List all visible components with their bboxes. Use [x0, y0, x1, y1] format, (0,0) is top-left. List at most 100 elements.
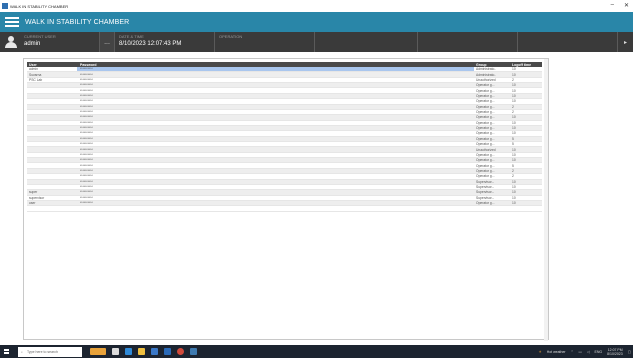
cell-password: ********** — [80, 185, 93, 190]
cell-password: ********** — [80, 152, 93, 157]
cell-user: PSC Lab — [29, 77, 43, 82]
cell-password: ********** — [80, 147, 93, 152]
cell-time: 5 — [512, 163, 514, 168]
app-icon — [2, 3, 8, 9]
task-view-icon[interactable] — [112, 348, 119, 355]
cell-password: ********** — [80, 169, 93, 173]
cell-time: 10 — [512, 67, 516, 72]
language-indicator[interactable]: ENG — [595, 350, 603, 354]
tray-chevron-icon[interactable]: ⌃ — [571, 350, 574, 354]
user-list-panel: User Password Group Logoff time admin ***… — [23, 58, 549, 341]
cell-password: ********** — [80, 72, 93, 77]
cell-group: Operator g... — [476, 131, 495, 136]
cell-group: Supervisor... — [476, 179, 495, 184]
cell-password: ********** — [80, 131, 93, 136]
cell-time: 10 — [512, 99, 516, 104]
close-button[interactable]: ✕ — [624, 2, 629, 9]
cell-time: 10 — [512, 185, 516, 190]
weather-icon[interactable]: ☀ — [539, 350, 542, 354]
current-user-value: admin — [24, 41, 41, 47]
status-cell-2 — [418, 32, 518, 52]
cell-group: Operator g... — [476, 163, 495, 168]
taskbar: ⌕ Type here to search ☀ Hot weather ⌃ ▭ … — [0, 345, 633, 358]
volume-icon[interactable]: ◁ — [587, 350, 590, 354]
cell-password: ********** — [80, 99, 93, 104]
cell-user: super — [29, 190, 38, 195]
widget-icon[interactable] — [90, 348, 106, 355]
cell-time: 10 — [512, 115, 516, 120]
cell-group: Operator g... — [476, 152, 495, 157]
hamburger-menu-icon[interactable] — [5, 17, 19, 27]
cell-time: 5 — [512, 136, 514, 141]
cell-group: Operator g... — [476, 99, 495, 104]
column-header-password[interactable]: Password — [77, 63, 474, 67]
cell-group: Operator g... — [476, 120, 495, 125]
cell-user: Suvarna — [29, 72, 42, 77]
cell-time: 10 — [512, 83, 516, 88]
cell-time: 5 — [512, 142, 514, 147]
cell-password: ********** — [80, 136, 93, 141]
cell-user: supervisor — [29, 195, 45, 200]
user-grid: User Password Group Logoff time admin ***… — [27, 62, 542, 212]
chrome-icon[interactable] — [177, 348, 184, 355]
windows-logo-icon — [3, 349, 9, 354]
window-title: WALK IN STABILITY CHAMBER — [10, 3, 69, 9]
store-icon[interactable] — [151, 348, 158, 355]
cell-password: ********** — [80, 104, 93, 109]
system-tray: ☀ Hot weather ⌃ ▭ ◁ ENG 12:07 PM 8/10/20… — [539, 345, 631, 358]
cell-group: Operator g... — [476, 110, 495, 115]
cell-time: 10 — [512, 190, 516, 195]
mail-icon[interactable] — [164, 348, 171, 355]
cell-group: Operator g... — [476, 158, 495, 163]
minimize-button[interactable]: – — [611, 2, 614, 9]
clock[interactable]: 12:07 PM 8/10/2023 — [607, 348, 623, 356]
vertical-scrollbar[interactable] — [544, 59, 548, 341]
weather-text[interactable]: Hot weather — [547, 350, 566, 354]
cell-time: 10 — [512, 179, 516, 184]
start-button[interactable] — [0, 345, 12, 358]
cell-group: Operator g... — [476, 174, 495, 179]
current-user-label: CURRENT USER — [24, 34, 56, 39]
window-titlebar: WALK IN STABILITY CHAMBER – ✕ — [0, 0, 633, 12]
file-explorer-icon[interactable] — [138, 348, 145, 355]
cell-password: ********** — [80, 190, 93, 195]
notification-icon[interactable]: ▢ — [628, 350, 631, 354]
column-header-user[interactable]: User — [27, 63, 77, 67]
cell-group: Supervisor... — [476, 185, 495, 190]
cell-password: ********** — [80, 174, 93, 179]
cell-group: Operator g... — [476, 169, 495, 173]
search-placeholder: Type here to search — [26, 349, 58, 354]
datetime-cell: DATE & TIME 8/10/2023 12:07:43 PM — [115, 32, 215, 52]
current-user-cell: CURRENT USER admin — [0, 32, 100, 52]
cell-password: ********** — [80, 201, 93, 206]
cell-password: ********** — [80, 77, 93, 82]
cell-time: 10 — [512, 120, 516, 125]
cell-password: ********** — [80, 88, 93, 93]
expand-arrow-icon[interactable]: ▸ — [618, 32, 633, 52]
status-bar: CURRENT USER admin ... DATE & TIME 8/10/… — [0, 32, 633, 52]
cell-time: 10 — [512, 72, 516, 77]
cell-group: Unauthorized — [476, 77, 496, 82]
taskbar-search[interactable]: ⌕ Type here to search — [18, 346, 82, 357]
table-row[interactable] — [27, 206, 542, 212]
edge-browser-icon[interactable] — [125, 348, 132, 355]
cell-group: Operator g... — [476, 126, 495, 131]
cell-group: Operator g... — [476, 142, 495, 147]
app-title: WALK IN STABILITY CHAMBER — [25, 18, 130, 26]
cell-group: Operator g... — [476, 104, 495, 109]
app-header: WALK IN STABILITY CHAMBER — [0, 12, 633, 32]
cell-password: ********** — [80, 110, 93, 115]
cell-group: Operator g... — [476, 136, 495, 141]
column-header-logoff-time[interactable]: Logoff time — [510, 63, 542, 67]
cell-group: Supervisor... — [476, 190, 495, 195]
user-options-button[interactable]: ... — [100, 32, 115, 52]
clock-date: 8/10/2023 — [607, 351, 623, 356]
cell-time: 10 — [512, 152, 516, 157]
cell-user: user — [29, 201, 36, 206]
operation-label: OPERATION — [219, 34, 243, 39]
column-header-group[interactable]: Group — [474, 63, 510, 67]
app-taskbar-icon[interactable] — [190, 348, 197, 355]
cell-password: ********** — [80, 158, 93, 163]
network-icon[interactable]: ▭ — [579, 350, 582, 354]
cell-time: 10 — [512, 147, 516, 152]
